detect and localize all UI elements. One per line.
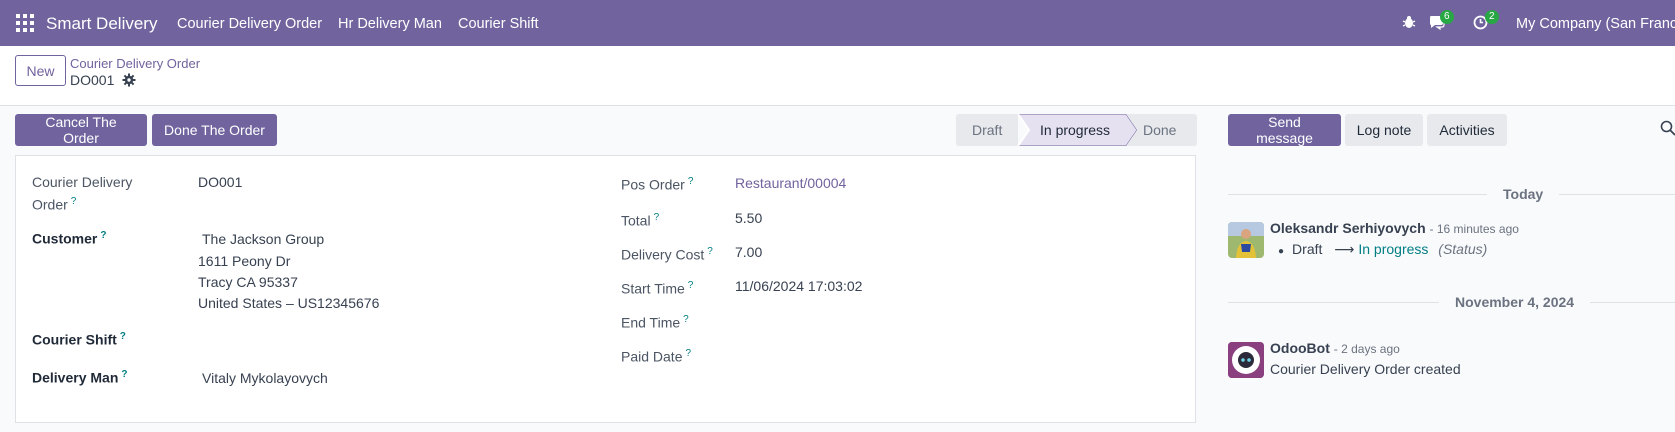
total-label: Total?: [621, 212, 660, 229]
message-body: Courier Delivery Order created: [1270, 361, 1461, 377]
delivery-cost-label: Delivery Cost?: [621, 246, 713, 263]
help-icon[interactable]: ?: [685, 348, 691, 359]
activities-count-badge: 2: [1485, 10, 1499, 24]
form-sheet: Courier Delivery Order? DO001 Customer? …: [15, 155, 1196, 423]
arrow-icon: ⟶: [1334, 241, 1355, 257]
message-time: - 2 days ago: [1333, 342, 1400, 356]
stage-done[interactable]: Done: [1143, 114, 1176, 146]
chatter: Send message Log note Activities Today O…: [1196, 106, 1675, 432]
customer-country: United States – US12345676: [198, 295, 380, 311]
avatar[interactable]: [1228, 222, 1264, 258]
old-value: Draft: [1292, 241, 1323, 257]
delivery-man-value[interactable]: Vitaly Mykolayovych: [202, 368, 328, 388]
avatar[interactable]: [1228, 342, 1264, 378]
tracking-value-change: ● Draft ⟶ In progress (Status): [1278, 241, 1488, 257]
name-label: Courier Delivery Order?: [32, 174, 133, 213]
top-navbar: Smart Delivery Courier Delivery Order Hr…: [0, 0, 1675, 46]
new-value: In progress: [1358, 241, 1429, 257]
menu-hr-delivery-man[interactable]: Hr Delivery Man: [338, 16, 442, 32]
help-icon[interactable]: ?: [707, 246, 713, 257]
help-icon[interactable]: ?: [683, 314, 689, 325]
help-icon[interactable]: ?: [100, 230, 106, 241]
new-button[interactable]: New: [15, 55, 66, 86]
help-icon[interactable]: ?: [121, 369, 127, 380]
date-separator-label: November 4, 2024: [1455, 294, 1575, 310]
help-icon[interactable]: ?: [120, 331, 126, 342]
name-value[interactable]: DO001: [198, 172, 242, 192]
done-order-button[interactable]: Done The Order: [152, 114, 277, 146]
start-time-label: Start Time?: [621, 280, 694, 297]
help-icon[interactable]: ?: [654, 212, 660, 223]
record-name-text: DO001: [70, 72, 115, 88]
stage-in-progress[interactable]: In progress: [1040, 114, 1110, 146]
end-time-label: End Time?: [621, 314, 689, 331]
app-brand[interactable]: Smart Delivery: [46, 14, 157, 34]
log-note-button[interactable]: Log note: [1345, 114, 1423, 146]
customer-name[interactable]: The Jackson Group: [202, 229, 324, 249]
stage-draft[interactable]: Draft: [972, 114, 1002, 146]
start-time-value[interactable]: 11/06/2024 17:03:02: [735, 276, 862, 296]
help-icon[interactable]: ?: [688, 176, 694, 187]
apps-menu-icon[interactable]: [16, 14, 34, 32]
control-panel: New Courier Delivery Order DO001: [0, 46, 1675, 106]
debug-bug-icon[interactable]: [1402, 15, 1416, 29]
delivery-man-label: Delivery Man?: [32, 369, 128, 386]
search-icon[interactable]: [1660, 120, 1675, 136]
breadcrumb[interactable]: Courier Delivery Order: [70, 56, 200, 71]
total-value: 5.50: [735, 210, 763, 226]
record-name: DO001: [70, 72, 136, 88]
courier-shift-label: Courier Shift?: [32, 331, 126, 348]
messages-count-badge: 6: [1440, 10, 1454, 24]
menu-courier-shift[interactable]: Courier Shift: [458, 16, 539, 32]
pos-order-label: Pos Order?: [621, 176, 694, 193]
message-time: - 16 minutes ago: [1429, 222, 1519, 236]
help-icon[interactable]: ?: [688, 280, 694, 291]
paid-date-label: Paid Date?: [621, 348, 692, 365]
date-separator-label: Today: [1503, 186, 1544, 202]
date-separator-nov: November 4, 2024: [1228, 292, 1675, 312]
customer-city: Tracy CA 95337: [198, 274, 298, 290]
gear-icon[interactable]: [122, 73, 136, 87]
activities-button[interactable]: Activities: [1427, 114, 1507, 146]
cancel-order-button[interactable]: Cancel The Order: [15, 114, 147, 146]
customer-label: Customer?: [32, 230, 107, 247]
field-name: (Status): [1438, 241, 1488, 257]
help-icon[interactable]: ?: [71, 196, 77, 207]
message-author[interactable]: OdooBot - 2 days ago: [1270, 340, 1400, 356]
customer-street: 1611 Peony Dr: [198, 253, 291, 269]
pos-order-link[interactable]: Restaurant/00004: [735, 173, 846, 193]
menu-courier-delivery-order[interactable]: Courier Delivery Order: [177, 16, 322, 32]
send-message-button[interactable]: Send message: [1228, 114, 1341, 146]
delivery-cost-value[interactable]: 7.00: [735, 242, 762, 262]
date-separator-today: Today: [1228, 184, 1675, 204]
company-switcher[interactable]: My Company (San Francisco): [1516, 16, 1675, 32]
message-author[interactable]: Oleksandr Serhiyovych - 16 minutes ago: [1270, 220, 1519, 236]
